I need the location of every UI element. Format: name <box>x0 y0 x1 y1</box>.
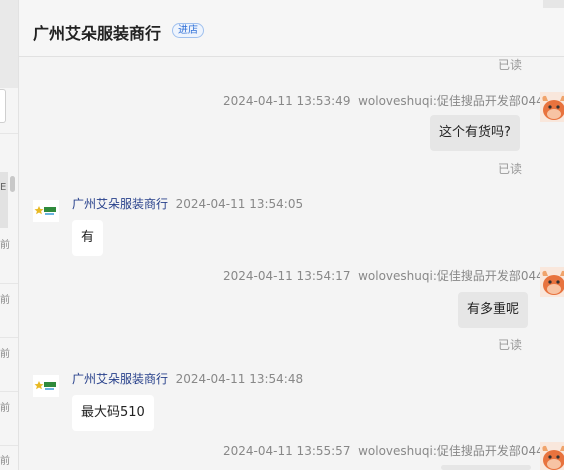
message-time: 2024-04-11 13:54:05 <box>175 197 304 211</box>
cartoon-cow-icon[interactable] <box>540 267 564 297</box>
header-corner-fragment <box>543 0 564 8</box>
conversation-time-fragment[interactable]: 前 <box>0 452 10 467</box>
divider <box>0 337 18 338</box>
conversation-time-fragment[interactable]: 前 <box>0 236 10 251</box>
message-sender: 广州艾朵服装商行 <box>72 372 169 386</box>
conversation-item-active[interactable]: E <box>0 172 8 228</box>
chat-panel: 广州艾朵服装商行 进店 已读 2024-04-11 13:53:49 wolov… <box>18 0 564 470</box>
sidebar-header-fragment <box>0 0 18 88</box>
message-time: 2024-04-11 13:54:17 <box>223 269 351 283</box>
read-status: 已读 <box>498 162 523 176</box>
divider <box>0 283 18 284</box>
message-bubble-outgoing[interactable]: 有多重呢 <box>458 292 529 328</box>
divider <box>0 133 18 134</box>
conversation-time-fragment[interactable]: 前 <box>0 345 10 360</box>
read-status: 已读 <box>498 58 523 72</box>
shop-title: 广州艾朵服装商行 <box>33 24 162 43</box>
message-meta: 2024-04-11 13:53:49 woloveshuqi:促佳搜品开发部0… <box>223 92 544 109</box>
conversation-time-fragment[interactable]: 前 <box>0 399 10 414</box>
conversation-list-strip: E 前 前 前 前 前 <box>0 0 18 470</box>
divider <box>0 445 18 446</box>
enter-shop-badge[interactable]: 进店 <box>172 23 204 38</box>
message-sender: woloveshuqi:促佳搜品开发部044 <box>358 94 544 108</box>
cartoon-cow-icon[interactable] <box>540 442 564 470</box>
chat-header: 广州艾朵服装商行 进店 <box>19 0 564 57</box>
message-sender: woloveshuqi:促佳搜品开发部044 <box>358 444 544 458</box>
message-bubble-incoming[interactable]: 最大码510 <box>72 395 154 431</box>
message-sender: 广州艾朵服装商行 <box>72 197 169 211</box>
message-time: 2024-04-11 13:53:49 <box>223 94 351 108</box>
message-meta: 2024-04-11 13:54:17 woloveshuqi:促佳搜品开发部0… <box>223 267 544 284</box>
message-bubble-outgoing[interactable]: 这个有货吗? <box>430 115 520 151</box>
message-bubble-incoming[interactable]: 有 <box>72 220 104 256</box>
message-time: 2024-04-11 13:54:48 <box>175 372 304 386</box>
star-logo-icon[interactable] <box>33 375 59 397</box>
conversation-item-fragment: E <box>0 182 7 193</box>
message-sender: woloveshuqi:促佳搜品开发部044 <box>358 269 544 283</box>
conversation-list-scrollbar[interactable] <box>10 176 15 192</box>
divider <box>0 391 18 392</box>
message-bubble-outgoing[interactable] <box>441 465 531 470</box>
message-meta: 2024-04-11 13:55:57 woloveshuqi:促佳搜品开发部0… <box>223 442 544 459</box>
message-time: 2024-04-11 13:55:57 <box>223 444 351 458</box>
message-meta: 广州艾朵服装商行 2024-04-11 13:54:48 <box>72 370 303 387</box>
read-status: 已读 <box>498 338 523 352</box>
conversation-time-fragment[interactable]: 前 <box>0 291 10 306</box>
cartoon-cow-icon[interactable] <box>540 92 564 122</box>
search-input-fragment[interactable] <box>0 89 6 123</box>
message-meta: 广州艾朵服装商行 2024-04-11 13:54:05 <box>72 195 303 212</box>
star-logo-icon[interactable] <box>33 200 59 222</box>
